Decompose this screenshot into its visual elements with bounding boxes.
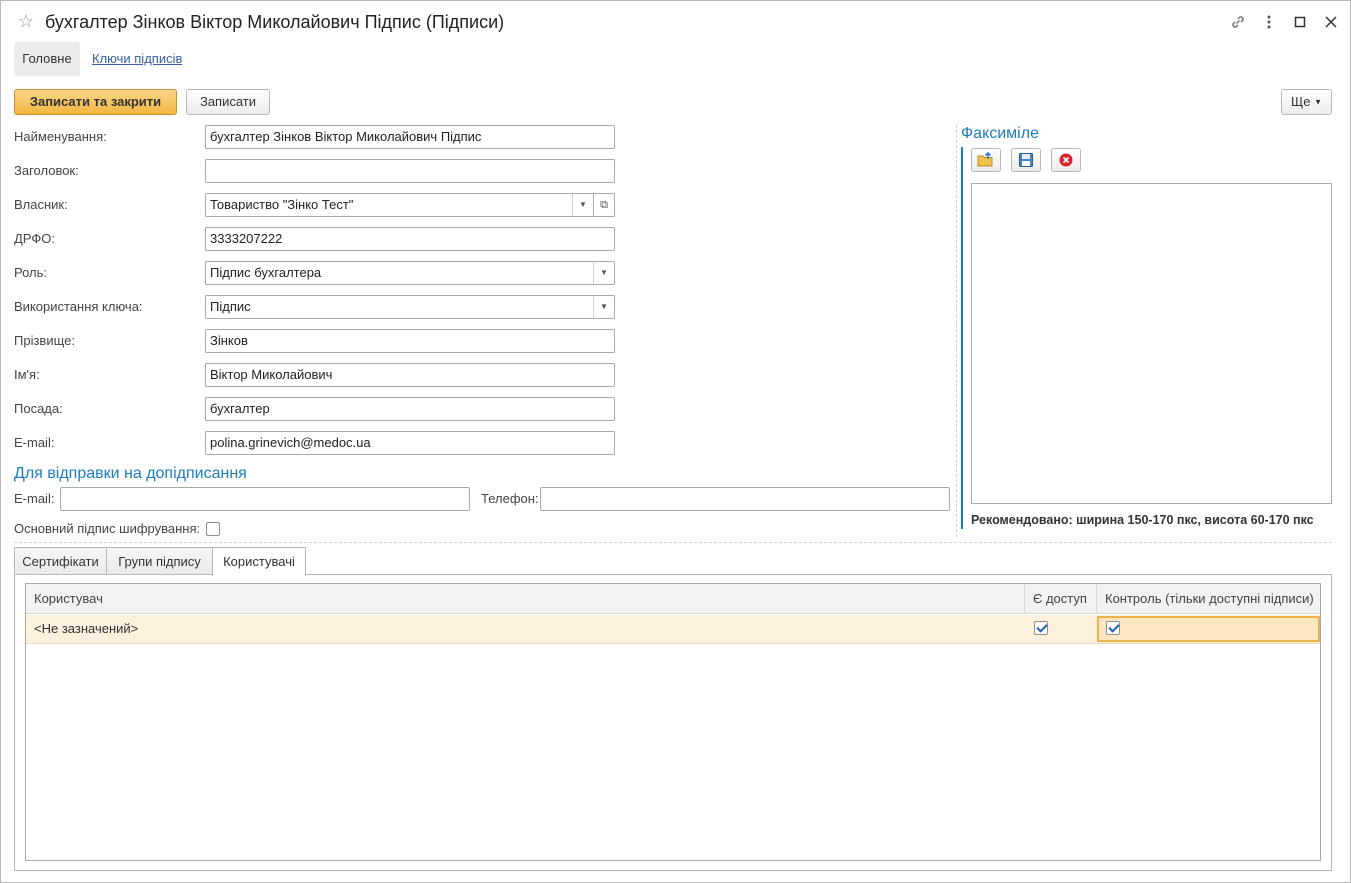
role-label: Роль: (14, 265, 48, 280)
save-image-button[interactable] (1011, 148, 1041, 172)
user-cell[interactable]: <Не зазначений> (34, 615, 1014, 643)
floppy-icon (1019, 153, 1033, 167)
facsimile-accent-bar (961, 147, 963, 529)
column-header-access[interactable]: Є доступ (1024, 584, 1096, 614)
column-header-control[interactable]: Контроль (тільки доступні підписи) (1096, 584, 1320, 614)
owner-dropdown-icon[interactable]: ▼ (572, 194, 593, 216)
surname-field[interactable]: Зінков (205, 329, 615, 353)
more-actions-button[interactable]: Ще ▼ (1281, 89, 1332, 115)
surname-label: Прізвище: (14, 333, 75, 348)
tab-certificates[interactable]: Сертифікати (14, 547, 107, 575)
name-field[interactable]: бухгалтер Зінков Віктор Миколайович Підп… (205, 125, 615, 149)
position-field[interactable]: бухгалтер (205, 397, 615, 421)
position-label: Посада: (14, 401, 63, 416)
main-encryption-label: Основний підпис шифрування: (14, 521, 201, 536)
key-usage-dropdown-icon[interactable]: ▼ (593, 296, 614, 318)
drfo-field[interactable]: 3333207222 (205, 227, 615, 251)
owner-open-icon[interactable]: ⧉ (594, 193, 615, 217)
name-label: Найменування: (14, 129, 107, 144)
facsimile-title: Факсиміле (961, 125, 1039, 142)
users-table: Користувач Є доступ Контроль (тільки дос… (25, 583, 1321, 861)
firstname-field[interactable]: Віктор Миколайович (205, 363, 615, 387)
link-icon[interactable] (1227, 11, 1249, 33)
more-actions-label: Ще (1291, 94, 1311, 109)
chevron-down-icon: ▼ (1314, 97, 1322, 107)
resend-email-field[interactable] (60, 487, 470, 511)
email-label: E-mail: (14, 435, 55, 450)
owner-label: Власник: (14, 197, 68, 212)
nav-signature-keys-link[interactable]: Ключи підписів (92, 42, 182, 76)
email-field[interactable]: polina.grinevich@medoc.ua (205, 431, 615, 455)
resend-phone-label: Телефон: (481, 491, 539, 506)
main-encryption-checkbox[interactable] (206, 522, 220, 536)
delete-icon (1059, 153, 1073, 167)
window-title: бухгалтер Зінков Віктор Миколайович Підп… (45, 12, 505, 32)
column-header-user[interactable]: Користувач (26, 584, 1024, 614)
role-select[interactable]: Підпис бухгалтера ▼ (205, 261, 615, 285)
drfo-label: ДРФО: (14, 231, 55, 246)
column-divider (956, 125, 957, 537)
key-usage-label: Використання ключа: (14, 299, 143, 314)
control-cell[interactable] (1097, 616, 1320, 642)
role-value: Підпис бухгалтера (210, 265, 322, 280)
signature-form-window: ☆ бухгалтер Зінков Віктор Миколайович Пі… (0, 0, 1351, 883)
owner-select[interactable]: Товариство "Зінко Тест" ▼ (205, 193, 594, 217)
header-label: Заголовок: (14, 163, 79, 178)
tab-users[interactable]: Користувачі (212, 547, 306, 576)
clear-image-button[interactable] (1051, 148, 1081, 172)
tab-signature-groups[interactable]: Групи підпису (106, 547, 213, 575)
more-icon[interactable] (1258, 11, 1280, 33)
facsimile-recommendation: Рекомендовано: ширина 150-170 пкс, висот… (971, 513, 1314, 527)
access-checkbox[interactable] (1034, 621, 1048, 635)
load-image-button[interactable] (971, 148, 1001, 172)
save-button[interactable]: Записати (186, 89, 270, 115)
firstname-label: Ім'я: (14, 367, 40, 382)
folder-open-icon (977, 151, 993, 167)
key-usage-value: Підпис (210, 299, 251, 314)
save-and-close-button[interactable]: Записати та закрити (14, 89, 177, 115)
section-divider (14, 542, 1332, 543)
resend-section-title: Для відправки на допідписання (14, 465, 247, 482)
resend-email-label: E-mail: (14, 491, 55, 506)
star-icon[interactable]: ☆ (16, 11, 36, 31)
facsimile-image-area[interactable] (971, 183, 1332, 504)
resend-phone-field[interactable] (540, 487, 950, 511)
control-checkbox[interactable] (1106, 621, 1120, 635)
header-field[interactable] (205, 159, 615, 183)
maximize-icon[interactable] (1289, 11, 1311, 33)
nav-main[interactable]: Головне (14, 42, 80, 76)
owner-value: Товариство "Зінко Тест" (210, 197, 354, 212)
access-cell[interactable] (1024, 615, 1096, 643)
close-icon[interactable] (1320, 11, 1342, 33)
role-dropdown-icon[interactable]: ▼ (593, 262, 614, 284)
key-usage-select[interactable]: Підпис ▼ (205, 295, 615, 319)
